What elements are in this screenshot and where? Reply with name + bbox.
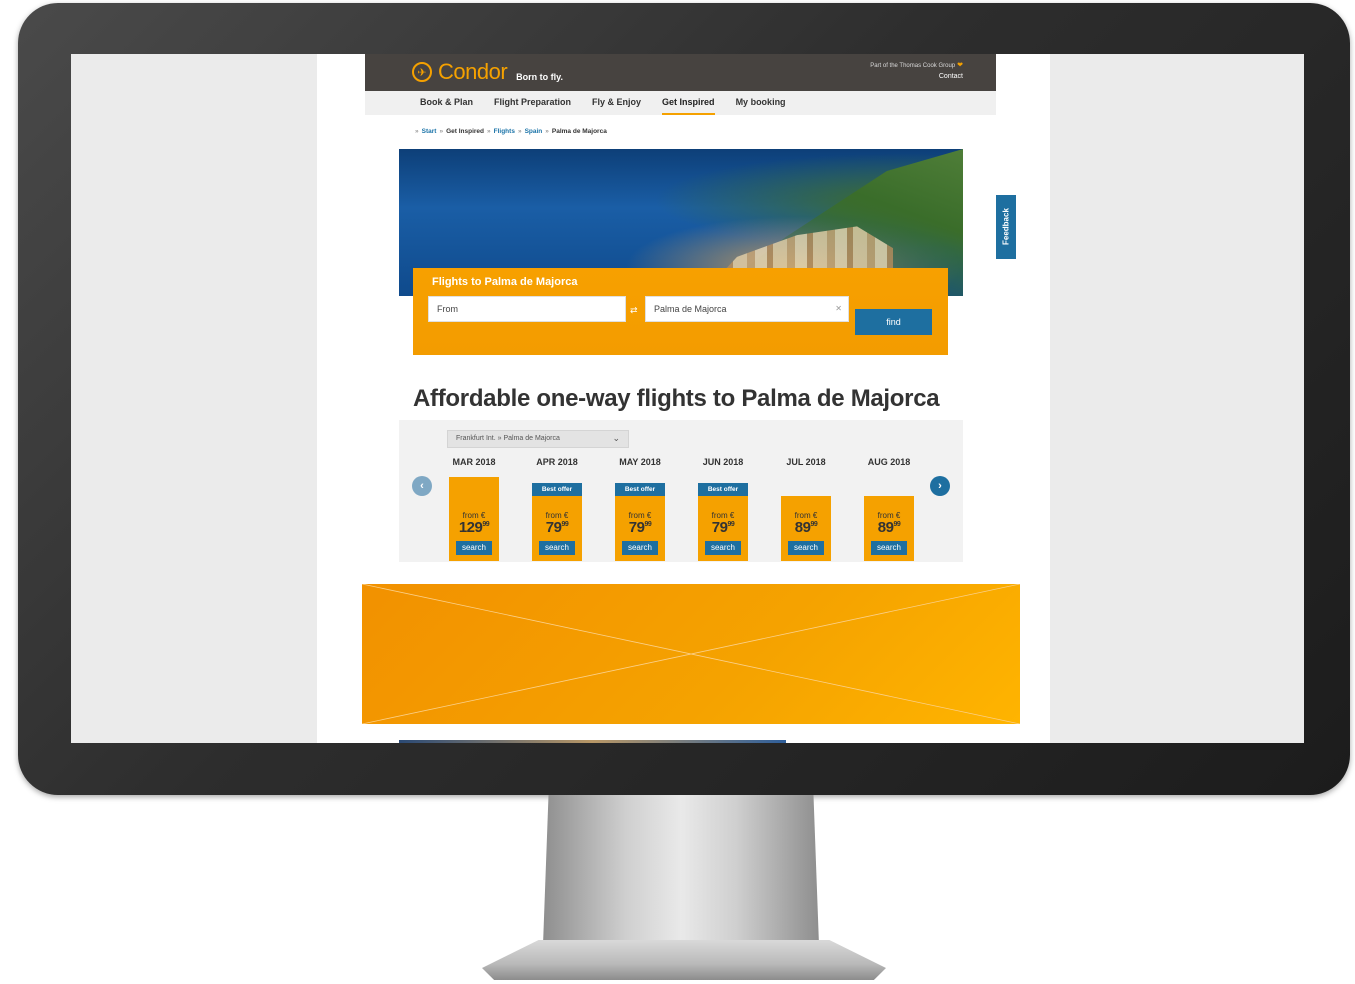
fare-calendar: Frankfurt Int. » Palma de Majorca ⌄ ‹ › … (399, 420, 963, 562)
nav-item-get-inspired[interactable]: Get Inspired (662, 91, 715, 115)
screen: ✈ Condor Born to fly. Part of the Thomas… (71, 54, 1304, 743)
monitor-stand-base (482, 940, 886, 980)
breadcrumb-start[interactable]: Start (422, 128, 437, 135)
fare-search-button[interactable]: search (705, 541, 741, 555)
fare-price: 8999 (781, 519, 831, 536)
fare-price-cents: 99 (644, 521, 652, 528)
breadcrumb-separator: » (487, 128, 491, 135)
month-column: JUN 2018 Best offer from €7999 search (698, 420, 748, 562)
fare-price: 7999 (615, 519, 665, 536)
condor-logo[interactable]: ✈ Condor Born to fly. (412, 59, 563, 85)
from-placeholder: From (437, 304, 458, 314)
month-column: AUG 2018 from €8999 search (864, 420, 914, 562)
brand-tagline: Born to fly. (516, 72, 563, 82)
condor-logo-icon: ✈ (412, 62, 432, 82)
nav-item-fly-enjoy[interactable]: Fly & Enjoy (592, 91, 641, 115)
swap-icon[interactable]: ⇄ (630, 305, 638, 316)
fare-search-button[interactable]: search (456, 541, 492, 555)
nav-item-my-booking[interactable]: My booking (736, 91, 786, 115)
fare-price-cents: 99 (893, 521, 901, 528)
search-title: Flights to Palma de Majorca (432, 276, 578, 288)
month-label: APR 2018 (536, 457, 578, 467)
site-header: ✈ Condor Born to fly. Part of the Thomas… (365, 54, 996, 91)
fare-price: 7999 (532, 519, 582, 536)
breadcrumb-spain[interactable]: Spain (525, 128, 543, 135)
next-month-button[interactable]: › (930, 476, 950, 496)
month-label: AUG 2018 (867, 457, 911, 467)
breadcrumb-separator: » (545, 128, 549, 135)
fare-price-cents: 99 (727, 521, 735, 528)
breadcrumb: » Start» Get Inspired» Flights» Spain» Palma … (412, 128, 607, 135)
fare-price: 7999 (698, 519, 748, 536)
fare-search-button[interactable]: search (871, 541, 907, 555)
section-title: Affordable one-way flights to Palma de M… (413, 385, 940, 412)
monitor-stand-neck (543, 795, 819, 945)
fare-price-main: 79 (711, 519, 728, 536)
breadcrumb-separator: » (439, 128, 444, 135)
destination-field[interactable]: Palma de Majorca ✕ (645, 296, 849, 322)
nav-item-book-plan[interactable]: Book & Plan (420, 91, 473, 115)
flight-search-box: Flights to Palma de Majorca From ⇄ Palma… (413, 268, 948, 355)
chevron-left-icon: ‹ (420, 480, 424, 492)
clear-icon[interactable]: ✕ (835, 304, 842, 313)
destination-value: Palma de Majorca (654, 304, 727, 314)
chevron-right-icon: › (938, 480, 942, 492)
find-button[interactable]: find (855, 309, 932, 335)
month-column: MAY 2018 Best offer from €7999 search (615, 420, 665, 562)
next-section-image (399, 740, 786, 743)
fare-price-main: 129 (458, 519, 483, 536)
month-column: APR 2018 Best offer from €7999 search (532, 420, 582, 562)
month-label: JUN 2018 (702, 457, 744, 467)
brand-name: Condor (438, 59, 508, 84)
breadcrumb-separator: » (415, 128, 419, 135)
month-label: MAR 2018 (452, 457, 496, 467)
nav-item-flight-preparation[interactable]: Flight Preparation (494, 91, 571, 115)
breadcrumb-current: Palma de Majorca (551, 128, 607, 135)
breadcrumb-separator: » (517, 128, 522, 135)
breadcrumb-get-inspired[interactable]: Get Inspired (446, 128, 484, 135)
month-label: JUL 2018 (786, 457, 826, 467)
main-nav: Book & Plan Flight Preparation Fly & Enj… (365, 91, 996, 115)
prev-month-button[interactable]: ‹ (412, 476, 432, 496)
group-text: Part of the Thomas Cook Group (870, 63, 956, 69)
monitor-frame: ✈ Condor Born to fly. Part of the Thomas… (18, 3, 1350, 795)
fare-price-main: 89 (877, 519, 894, 536)
group-affiliation: Part of the Thomas Cook Group ❤ (870, 61, 963, 69)
fare-price-cents: 99 (810, 521, 818, 528)
fare-price-cents: 99 (561, 521, 569, 528)
fare-search-button[interactable]: search (788, 541, 824, 555)
web-page: ✈ Condor Born to fly. Part of the Thomas… (317, 54, 1050, 743)
breadcrumb-flights[interactable]: Flights (494, 128, 515, 135)
placeholder-banner (362, 584, 1020, 724)
month-column: JUL 2018 from €8999 search (781, 420, 831, 562)
month-label: MAY 2018 (619, 457, 661, 467)
fare-price-main: 79 (545, 519, 562, 536)
feedback-tab[interactable]: Feedback (996, 195, 1016, 259)
contact-link[interactable]: Contact (939, 73, 963, 80)
best-offer-badge: Best offer (615, 483, 665, 497)
fare-price: 8999 (864, 519, 914, 536)
fare-price: 12999 (449, 519, 499, 536)
best-offer-badge: Best offer (532, 483, 582, 497)
fare-price-main: 79 (628, 519, 645, 536)
fare-search-button[interactable]: search (539, 541, 575, 555)
heart-icon: ❤ (957, 62, 963, 69)
banner-placeholder-cross (362, 584, 1020, 724)
best-offer-badge: Best offer (698, 483, 748, 497)
from-field[interactable]: From (428, 296, 626, 322)
fare-search-button[interactable]: search (622, 541, 658, 555)
month-column: MAR 2018 from €12999 search (449, 420, 499, 562)
fare-price-cents: 99 (482, 521, 490, 528)
fare-price-main: 89 (794, 519, 811, 536)
